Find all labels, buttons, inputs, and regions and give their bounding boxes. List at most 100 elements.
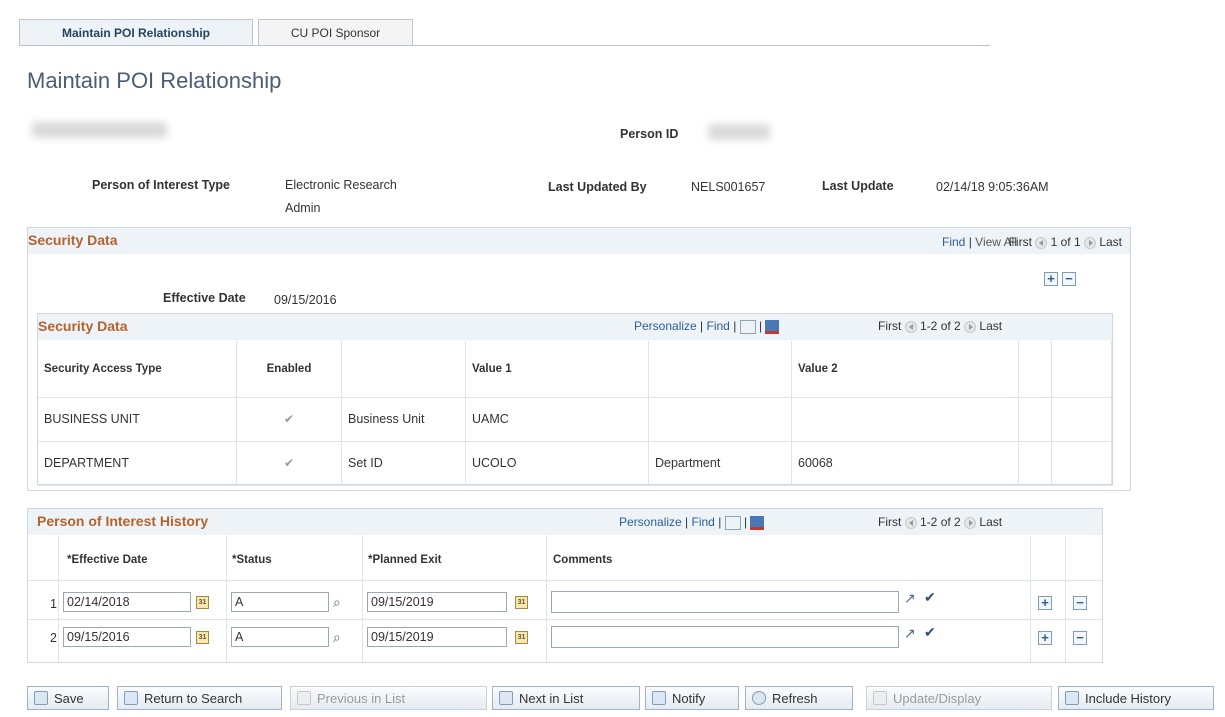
cell-type: BUSINESS UNIT [38, 397, 237, 442]
planned-exit-input[interactable] [367, 627, 507, 647]
download-excel-icon[interactable] [765, 319, 780, 334]
button-label: Include History [1085, 690, 1171, 706]
previous-in-list-button[interactable]: Previous in List [290, 686, 487, 710]
notify-icon [652, 691, 666, 705]
add-row-icon[interactable]: + [1038, 631, 1052, 645]
button-label: Return to Search [144, 690, 243, 706]
effective-date-input[interactable] [63, 627, 191, 647]
person-name-redacted [32, 122, 167, 138]
search-icon[interactable]: ⌕ [333, 629, 341, 646]
cell-enabled: ✔ [236, 397, 342, 442]
previous-arrow-icon[interactable] [904, 320, 917, 333]
cell-value1: UAMC [465, 397, 649, 442]
personalize-link[interactable]: Personalize [634, 319, 697, 333]
column-divider [1065, 536, 1066, 662]
planned-exit-input[interactable] [367, 592, 507, 612]
find-link[interactable]: Find [692, 515, 715, 529]
comments-input[interactable] [551, 591, 899, 613]
separator: | [700, 319, 704, 333]
delete-row-icon[interactable]: − [1073, 596, 1087, 610]
last-updated-by-value: NELS001657 [691, 180, 766, 194]
button-label: Save [54, 690, 84, 706]
delete-row-icon[interactable]: − [1073, 631, 1087, 645]
calendar-icon[interactable]: 31 [515, 596, 528, 609]
notify-button[interactable]: Notify [645, 686, 739, 710]
last-label: Last [979, 515, 1003, 529]
find-link[interactable]: Find [707, 319, 730, 333]
column-divider [546, 536, 547, 662]
update-display-button[interactable]: Update/Display [866, 686, 1052, 710]
update-display-icon [873, 691, 887, 705]
column-divider [1030, 536, 1031, 662]
return-to-search-button[interactable]: Return to Search [117, 686, 282, 710]
first-label: First [1008, 235, 1032, 249]
save-icon [34, 691, 48, 705]
next-arrow-icon[interactable] [964, 320, 977, 333]
next-arrow-icon[interactable] [1083, 236, 1096, 249]
column-divider [226, 536, 227, 662]
person-id-label: Person ID [620, 127, 679, 141]
effective-date-input[interactable] [63, 592, 191, 612]
spellcheck-icon[interactable]: ✔ [924, 589, 936, 606]
cell-label2 [648, 397, 792, 442]
button-label: Next in List [519, 690, 584, 706]
separator: | [759, 319, 763, 333]
button-label: Previous in List [317, 690, 406, 706]
button-label: Refresh [772, 690, 818, 706]
poi-type-value-line2: Admin [285, 201, 321, 215]
download-excel-icon[interactable] [750, 515, 765, 530]
col-value2: Value 2 [791, 341, 1019, 398]
cell-spacer [1018, 441, 1052, 486]
return-icon [124, 691, 138, 705]
last-update-value: 02/14/18 9:05:36AM [936, 180, 1049, 194]
status-input[interactable] [231, 592, 329, 612]
tab-underline [19, 45, 990, 46]
add-row-icon[interactable]: + [1044, 272, 1058, 286]
row-number: 2 [50, 631, 57, 645]
view-grid-icon[interactable] [724, 515, 741, 530]
next-arrow-icon[interactable] [964, 516, 977, 529]
view-grid-icon[interactable] [739, 319, 756, 334]
row-divider [28, 619, 1102, 620]
col-effective-date: *Effective Date [67, 554, 148, 566]
save-button[interactable]: Save [27, 686, 109, 710]
calendar-icon[interactable]: 31 [196, 631, 209, 644]
column-divider [58, 536, 59, 662]
tab-cu-poi-sponsor[interactable]: CU POI Sponsor [258, 19, 413, 46]
delete-row-icon[interactable]: − [1062, 272, 1076, 286]
first-label: First [878, 319, 902, 333]
search-icon[interactable]: ⌕ [333, 594, 341, 611]
calendar-icon[interactable]: 31 [515, 631, 528, 644]
poi-type-value-line1: Electronic Research [285, 178, 397, 192]
col-spacer [1051, 341, 1112, 398]
col-label2 [648, 341, 792, 398]
refresh-button[interactable]: Refresh [745, 686, 853, 710]
expand-comment-icon[interactable]: ↗ [904, 590, 916, 607]
column-divider [362, 536, 363, 662]
comments-input[interactable] [551, 626, 899, 648]
expand-comment-icon[interactable]: ↗ [904, 625, 916, 642]
tab-label: Maintain POI Relationship [61, 26, 210, 40]
poi-history-title: Person of Interest History [37, 513, 209, 529]
first-label: First [878, 515, 902, 529]
security-outer-pager: First 1 of 1 Last [932, 235, 1122, 249]
col-planned-exit: *Planned Exit [368, 554, 442, 566]
cell-value2: 60068 [791, 441, 1019, 486]
separator: | [685, 515, 689, 529]
personalize-link[interactable]: Personalize [619, 515, 682, 529]
security-grid-pager: First 1-2 of 2 Last [878, 319, 1002, 333]
add-row-icon[interactable]: + [1038, 596, 1052, 610]
calendar-icon[interactable]: 31 [196, 596, 209, 609]
next-in-list-button[interactable]: Next in List [492, 686, 640, 710]
separator: | [718, 515, 722, 529]
tab-maintain-poi-relationship[interactable]: Maintain POI Relationship [19, 19, 253, 46]
include-history-button[interactable]: Include History [1058, 686, 1214, 710]
status-input[interactable] [231, 627, 329, 647]
spellcheck-icon[interactable]: ✔ [924, 624, 936, 641]
col-spacer [1018, 341, 1052, 398]
previous-icon [297, 691, 311, 705]
separator: | [733, 319, 737, 333]
cell-label2: Department [648, 441, 792, 486]
previous-arrow-icon[interactable] [904, 516, 917, 529]
previous-arrow-icon[interactable] [1035, 236, 1048, 249]
